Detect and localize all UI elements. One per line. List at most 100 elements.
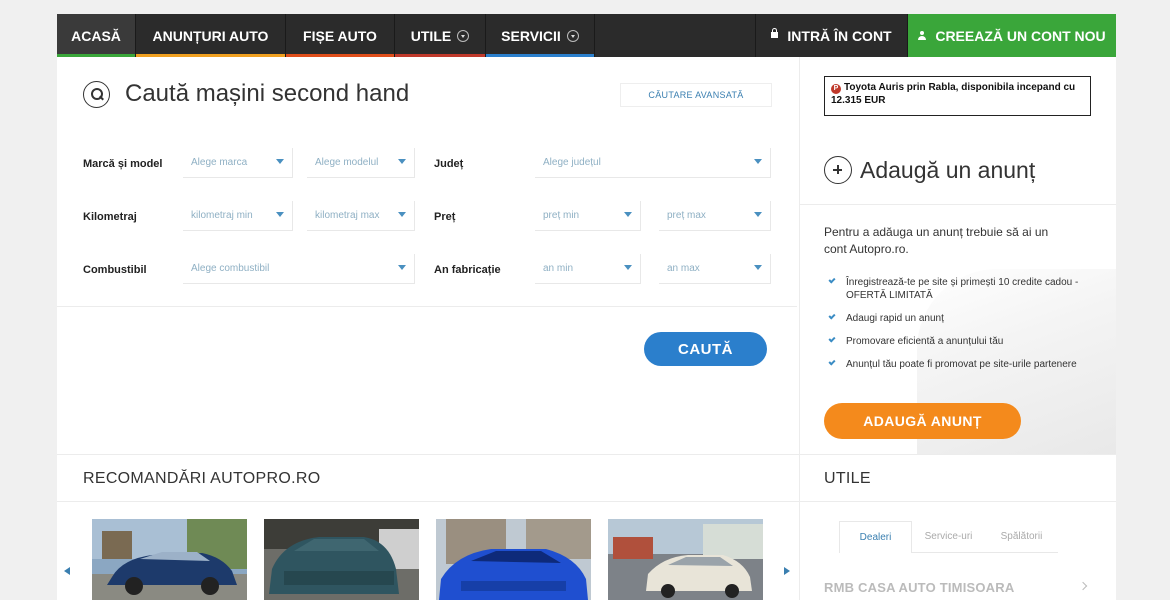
divider — [57, 501, 1116, 502]
nav-account: INTRĂ ÎN CONT CREEAZĂ UN CONT NOU — [755, 14, 1116, 57]
signup-label: CREEAZĂ UN CONT NOU — [935, 27, 1106, 44]
chevron-down-icon — [624, 212, 632, 217]
carousel-prev-icon[interactable] — [64, 567, 70, 575]
chevron-down-icon — [754, 212, 762, 217]
select-model-value: Alege modelul — [315, 157, 379, 168]
column-divider — [799, 57, 800, 600]
select-year-min-value: an min — [543, 263, 574, 274]
advanced-search-link[interactable]: CĂUTARE AVANSATĂ — [620, 83, 772, 107]
car-thumbnail[interactable] — [264, 519, 419, 600]
select-make[interactable]: Alege marca — [183, 148, 293, 178]
promo-badge-icon: P — [831, 84, 841, 94]
benefit-text: Înregistrează-te pe site și primești 10 … — [846, 277, 1079, 301]
benefit-text: Anunțul tău poate fi promovat pe site-ur… — [846, 359, 1077, 370]
search-header: Caută mașini second hand — [83, 80, 409, 108]
nav-utile[interactable]: UTILE — [395, 14, 486, 57]
car-thumbnail[interactable] — [92, 519, 247, 600]
tab-dealeri[interactable]: Dealeri — [839, 521, 912, 553]
label-fuel: Combustibil — [83, 264, 147, 276]
divider — [57, 454, 1116, 455]
chevron-down-icon — [276, 212, 284, 217]
label-make-model: Marcă și model — [83, 158, 163, 170]
benefit-text: Promovare eficientă a anunțului tău — [846, 336, 1004, 347]
select-km-max-value: kilometraj max — [315, 210, 380, 221]
search-button[interactable]: CAUTĂ — [644, 332, 767, 366]
chevron-down-icon — [276, 159, 284, 164]
main-nav: ACASĂ ANUNȚURI AUTO FIȘE AUTO UTILE SERV… — [57, 14, 1116, 57]
benefit-item: Anunțul tău poate fi promovat pe site-ur… — [828, 358, 1097, 371]
nav-fise-auto[interactable]: FIȘE AUTO — [286, 14, 395, 57]
carousel-next-icon[interactable] — [784, 567, 790, 575]
car-thumbnail[interactable] — [436, 519, 591, 600]
divider — [800, 204, 1116, 205]
select-model[interactable]: Alege modelul — [307, 148, 415, 178]
chevron-down-icon — [398, 265, 406, 270]
nav-utile-bar — [395, 54, 485, 57]
add-listing-intro: Pentru a adăuga un anunț trebuie să ai u… — [824, 225, 1049, 256]
utile-title: UTILE — [824, 470, 871, 487]
promo-banner[interactable]: P Toyota Auris prin Rabla, disponibila in… — [824, 76, 1091, 116]
benefit-item: Adaugi rapid un anunț — [828, 312, 1097, 325]
nav-fise-bar — [286, 54, 394, 57]
select-year-max-value: an max — [667, 263, 700, 274]
nav-servicii[interactable]: SERVICII — [486, 14, 595, 57]
car-photo-image — [608, 519, 763, 600]
chevron-down-icon — [566, 29, 579, 42]
login-button[interactable]: INTRĂ ÎN CONT — [755, 14, 908, 57]
select-price-min[interactable]: preț min — [535, 201, 641, 231]
label-county: Județ — [434, 158, 464, 170]
select-price-max[interactable]: preț max — [659, 201, 771, 231]
car-thumbnail[interactable] — [608, 519, 763, 600]
nav-utile-label: UTILE — [410, 27, 452, 44]
select-year-max[interactable]: an max — [659, 254, 771, 284]
utile-tabs: Dealeri Service-uri Spălătorii — [839, 521, 1058, 553]
check-icon — [828, 335, 836, 343]
nav-servicii-label: SERVICII — [501, 27, 561, 44]
select-fuel[interactable]: Alege combustibil — [183, 254, 415, 284]
login-label: INTRĂ ÎN CONT — [787, 27, 892, 44]
plus-icon — [824, 156, 852, 184]
label-price: Preț — [434, 211, 456, 223]
benefits-list: Înregistrează-te pe site și primești 10 … — [828, 276, 1097, 381]
benefit-item: Promovare eficientă a anunțului tău — [828, 335, 1097, 348]
dealer-name: RMB CASA AUTO TIMISOARA — [824, 580, 1015, 595]
tab-service[interactable]: Service-uri — [912, 521, 985, 553]
add-listing-header: Adaugă un anunț — [824, 156, 1035, 184]
add-listing-title: Adaugă un anunț — [860, 156, 1036, 183]
promo-text: Toyota Auris prin Rabla, disponibila inc… — [831, 82, 1076, 106]
user-icon — [918, 31, 927, 40]
nav-servicii-bar — [486, 54, 594, 57]
label-year: An fabricație — [434, 264, 501, 276]
tab-spalatorii[interactable]: Spălătorii — [985, 521, 1058, 553]
select-km-min-value: kilometraj min — [191, 210, 253, 221]
chevron-down-icon — [398, 212, 406, 217]
search-icon — [83, 80, 110, 108]
car-photo-image — [264, 519, 419, 600]
chevron-right-icon — [1078, 581, 1088, 591]
benefit-text: Adaugi rapid un anunț — [846, 313, 944, 324]
nav-anunturi-auto[interactable]: ANUNȚURI AUTO — [136, 14, 286, 57]
nav-fise-label: FIȘE AUTO — [303, 27, 377, 44]
nav-acasa[interactable]: ACASĂ — [57, 14, 136, 57]
select-km-min[interactable]: kilometraj min — [183, 201, 293, 231]
dealer-item[interactable]: RMB CASA AUTO TIMISOARA — [824, 580, 1088, 595]
select-fuel-value: Alege combustibil — [191, 263, 270, 274]
select-km-max[interactable]: kilometraj max — [307, 201, 415, 231]
check-icon — [828, 276, 836, 284]
add-listing-button[interactable]: ADAUGĂ ANUNȚ — [824, 403, 1021, 439]
select-county[interactable]: Alege județul — [535, 148, 771, 178]
signup-button[interactable]: CREEAZĂ UN CONT NOU — [908, 14, 1116, 57]
car-photo-image — [92, 519, 247, 600]
nav-acasa-label: ACASĂ — [71, 27, 121, 44]
car-photo-image — [436, 519, 591, 600]
select-price-min-value: preț min — [543, 210, 580, 221]
nav-anunturi-label: ANUNȚURI AUTO — [152, 27, 269, 44]
select-price-max-value: preț max — [667, 210, 706, 221]
chevron-down-icon — [457, 29, 470, 42]
check-icon — [828, 312, 836, 320]
select-year-min[interactable]: an min — [535, 254, 641, 284]
nav-acasa-bar — [57, 54, 135, 57]
select-make-value: Alege marca — [191, 157, 248, 168]
lock-icon — [771, 27, 779, 38]
select-county-value: Alege județul — [543, 157, 601, 168]
